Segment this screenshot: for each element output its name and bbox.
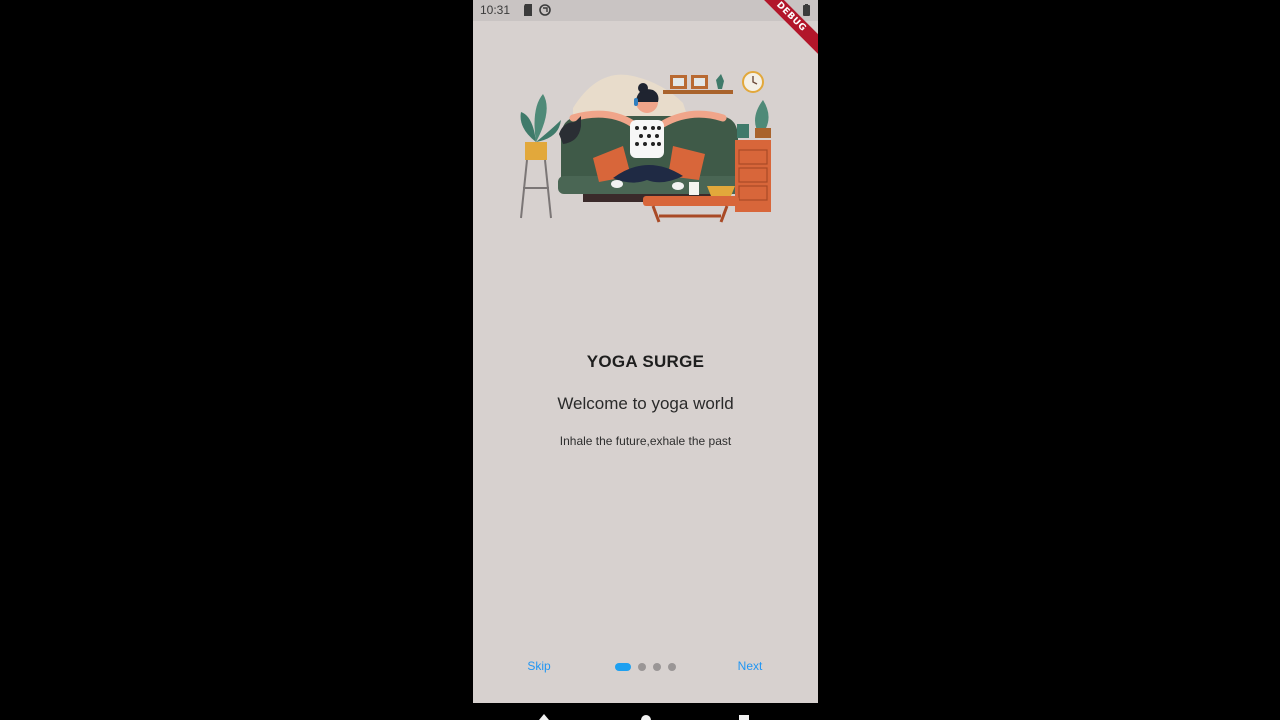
next-button[interactable]: Next [730, 659, 770, 677]
status-bar: 10:31 DEBUG [473, 0, 818, 61]
plant-stand [520, 159, 552, 219]
screen: 10:31 DEBUG YOGA SURGE Welcome to yoga w… [0, 0, 1280, 720]
home-icon[interactable] [641, 714, 651, 720]
page-dot[interactable] [615, 663, 631, 671]
page-dot[interactable] [638, 663, 646, 671]
cup [689, 182, 699, 195]
skip-button[interactable]: Skip [521, 659, 557, 677]
tagline: Inhale the future,exhale the past [559, 434, 732, 448]
status-time: 10:31 [480, 3, 511, 17]
back-icon[interactable] [539, 714, 549, 720]
plant-pot [525, 142, 547, 160]
woman-shirt [630, 120, 664, 158]
phone-screen: 10:31 DEBUG YOGA SURGE Welcome to yoga w… [473, 0, 818, 703]
recents-icon[interactable] [738, 715, 750, 720]
page-dot[interactable] [668, 663, 676, 671]
app-title: YOGA SURGE [586, 352, 705, 371]
sd-card-icon [524, 4, 532, 16]
sync-icon [539, 4, 551, 16]
dresser [735, 140, 771, 212]
welcome-subtitle: Welcome to yoga world [557, 394, 734, 413]
onboarding-footer: Skip Next [473, 655, 818, 681]
bowl [707, 186, 735, 196]
page-indicator [615, 663, 683, 671]
page-dot[interactable] [653, 663, 661, 671]
meditation-illustration [520, 71, 771, 223]
cactus [755, 100, 769, 130]
shelf-plant [716, 74, 724, 89]
wall-shelf [663, 90, 733, 94]
headphones [634, 98, 638, 106]
coffee-table [643, 196, 739, 206]
system-navigation-bar [473, 703, 818, 720]
battery-icon [803, 4, 810, 16]
small-plant [737, 124, 749, 138]
